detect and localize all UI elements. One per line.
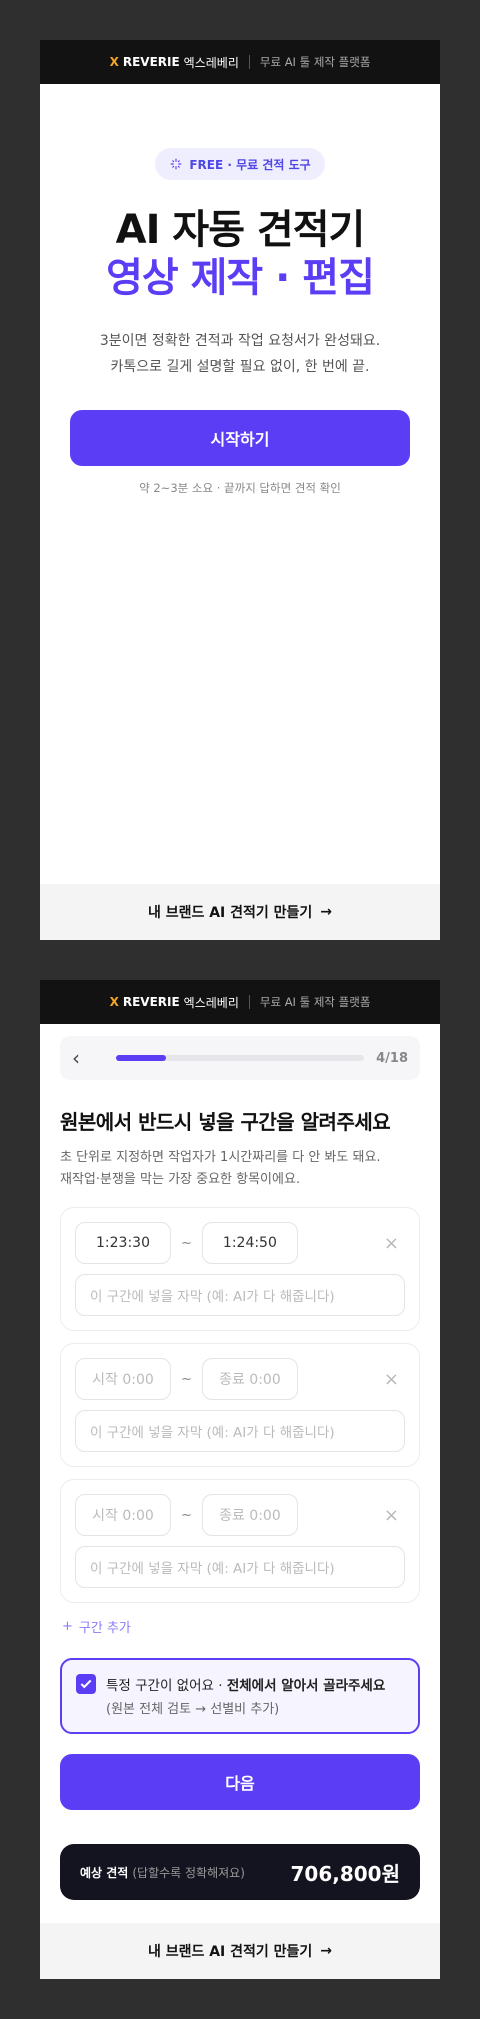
- progress-track: [116, 1055, 365, 1061]
- auto-pick-bold: 전체에서 알아서 골라주세요: [226, 1678, 386, 1694]
- estimate-note: (답할수록 정확해져요): [132, 1865, 245, 1880]
- auto-pick-label: 특정 구간이 없어요 · 전체에서 알아서 골라주세요: [106, 1674, 385, 1694]
- subtitle-input[interactable]: 이 구간에 넣을 자막 (예: AI가 다 해줍니다): [75, 1546, 405, 1588]
- title-line2: 영상 제작 · 편집: [106, 255, 375, 301]
- lead-line2: 카톡으로 길게 설명할 필요 없이, 한 번에 끝.: [110, 359, 370, 375]
- question-description: 초 단위로 지정하면 작업자가 1시간짜리를 다 안 봐도 돼요. 재작업·분쟁…: [60, 1147, 420, 1191]
- start-time-input[interactable]: 시작 0:00: [75, 1494, 171, 1536]
- arrow-right-icon: →: [320, 904, 333, 920]
- brand-name: REVERIE: [122, 55, 180, 69]
- segment-card: 시작 0:00 ~ 종료 0:00 × 이 구간에 넣을 자막 (예: AI가 …: [60, 1343, 420, 1467]
- next-button[interactable]: 다음: [60, 1754, 420, 1810]
- end-time-input[interactable]: 1:24:50: [201, 1222, 298, 1264]
- title-line1: AI 자동 견적기: [115, 207, 366, 253]
- top-bar: X REVERIE 엑스레베리 무료 AI 툴 제작 플랫폼: [40, 980, 440, 1024]
- add-segment-button[interactable]: + 구간 추가: [62, 1617, 418, 1636]
- estimate-label: 예상 견적: [80, 1865, 129, 1880]
- segment-card: 시작 0:00 ~ 종료 0:00 × 이 구간에 넣을 자막 (예: AI가 …: [60, 1479, 420, 1603]
- auto-pick-checkbox[interactable]: [76, 1674, 96, 1694]
- auto-pick-plain: 특정 구간이 없어요 ·: [106, 1678, 227, 1694]
- range-separator: ~: [181, 1507, 192, 1523]
- segment-list: 1:23:30 ~ 1:24:50 × 이 구간에 넣을 자막 (예: AI가 …: [60, 1207, 420, 1603]
- estimate-price: 706,800원: [290, 1861, 401, 1886]
- question-title: 원본에서 반드시 넣을 구간을 알려주세요: [60, 1110, 391, 1134]
- end-time-input[interactable]: 종료 0:00: [201, 1494, 298, 1536]
- free-badge-label: FREE · 무료 견적 도구: [189, 157, 311, 172]
- hero: FREE · 무료 견적 도구 AI 자동 견적기 영상 제작 · 편집 3분이…: [40, 84, 440, 496]
- start-time-input[interactable]: 1:23:30: [75, 1222, 171, 1264]
- make-brand-estimator-link[interactable]: 내 브랜드 AI 견적기 만들기 →: [40, 884, 440, 940]
- auto-pick-option[interactable]: 특정 구간이 없어요 · 전체에서 알아서 골라주세요 (원본 전체 검토 → …: [60, 1658, 420, 1734]
- remove-segment-icon[interactable]: ×: [384, 1233, 405, 1254]
- subtitle-input[interactable]: 이 구간에 넣을 자막 (예: AI가 다 해줍니다): [75, 1274, 405, 1316]
- brand-logo-x: X: [109, 995, 119, 1009]
- end-time-input[interactable]: 종료 0:00: [201, 1358, 298, 1400]
- divider: [248, 995, 250, 1009]
- step-counter: 4/18: [376, 1050, 408, 1066]
- progress-fill: [116, 1055, 166, 1061]
- make-brand-estimator-link[interactable]: 내 브랜드 AI 견적기 만들기 →: [40, 1923, 440, 1979]
- start-time-input[interactable]: 시작 0:00: [75, 1358, 171, 1400]
- start-button[interactable]: 시작하기: [70, 410, 410, 466]
- brand-logo-x: X: [109, 55, 119, 69]
- back-chevron-icon[interactable]: ‹: [72, 1046, 96, 1070]
- divider: [248, 55, 250, 69]
- desc-line1: 초 단위로 지정하면 작업자가 1시간짜리를 다 안 봐도 돼요.: [60, 1150, 381, 1165]
- estimate-bar: 예상 견적 (답할수록 정확해져요) 706,800원: [60, 1844, 420, 1900]
- plus-icon: +: [62, 1619, 73, 1634]
- remove-segment-icon[interactable]: ×: [384, 1505, 405, 1526]
- desc-line2: 재작업·분쟁을 막는 가장 중요한 항목이에요.: [60, 1172, 301, 1187]
- lead-text: 3분이면 정확한 견적과 작업 요청서가 완성돼요. 카톡으로 길게 설명할 필…: [40, 328, 440, 380]
- remove-segment-icon[interactable]: ×: [384, 1369, 405, 1390]
- segment-card: 1:23:30 ~ 1:24:50 × 이 구간에 넣을 자막 (예: AI가 …: [60, 1207, 420, 1331]
- sparkle-icon: [171, 158, 182, 170]
- range-separator: ~: [181, 1371, 192, 1387]
- brand-name-kr: 엑스레베리: [183, 55, 239, 70]
- brand-name: REVERIE: [122, 995, 180, 1009]
- subtitle-input[interactable]: 이 구간에 넣을 자막 (예: AI가 다 해줍니다): [75, 1410, 405, 1452]
- auto-pick-note: (원본 전체 검토 → 선별비 추가): [106, 1702, 280, 1717]
- range-separator: ~: [181, 1235, 192, 1251]
- footer-label: 내 브랜드 AI 견적기 만들기: [147, 1944, 313, 1960]
- brand-tagline: 무료 AI 툴 제작 플랫폼: [259, 995, 371, 1009]
- lead-line1: 3분이면 정확한 견적과 작업 요청서가 완성돼요.: [99, 333, 381, 349]
- checkmark-icon: [80, 1679, 92, 1689]
- free-badge: FREE · 무료 견적 도구: [155, 148, 325, 180]
- progress-header: ‹ 4/18: [60, 1036, 420, 1080]
- top-bar: X REVERIE 엑스레베리 무료 AI 툴 제작 플랫폼: [40, 40, 440, 84]
- brand-tagline: 무료 AI 툴 제작 플랫폼: [259, 55, 371, 69]
- arrow-right-icon: →: [320, 1943, 333, 1959]
- add-segment-label: 구간 추가: [78, 1621, 131, 1636]
- duration-hint: 약 2~3분 소요 · 끝까지 답하면 견적 확인: [139, 481, 341, 495]
- brand-name-kr: 엑스레베리: [183, 995, 239, 1010]
- footer-label: 내 브랜드 AI 견적기 만들기: [147, 905, 313, 921]
- intro-screen: X REVERIE 엑스레베리 무료 AI 툴 제작 플랫폼 FREE · 무료…: [40, 40, 440, 940]
- question-screen: X REVERIE 엑스레베리 무료 AI 툴 제작 플랫폼 ‹ 4/18 원본…: [40, 980, 440, 1979]
